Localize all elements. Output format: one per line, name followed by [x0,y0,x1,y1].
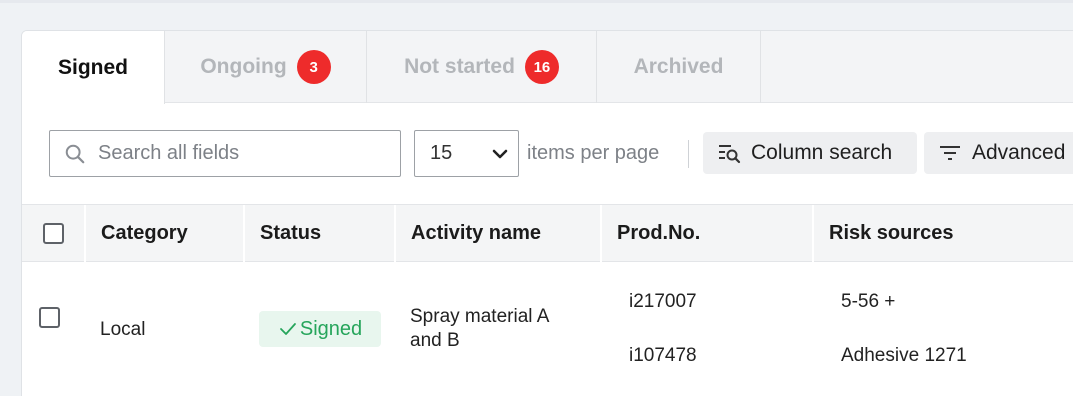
per-page-value: 15 [430,142,453,164]
search-icon [65,144,85,163]
search-box [49,130,401,177]
check-icon [279,323,296,335]
advanced-filter-button[interactable]: Advanced [924,132,1073,174]
column-search-button[interactable]: Column search [703,132,917,174]
status-badge: Signed [259,311,381,347]
tab-ongoing[interactable]: Ongoing 3 [165,31,367,103]
column-header-category[interactable]: Category [86,205,245,262]
risk-source-value: Adhesive 1271 [841,345,967,366]
tab-label: Archived [633,55,724,78]
filter-icon [940,146,960,160]
status-text: Signed [299,317,363,340]
category-cell: Local [100,319,146,340]
column-header-prod-no[interactable]: Prod.No. [602,205,814,262]
chevron-down-icon [492,149,508,158]
search-input[interactable] [98,142,378,165]
assessments-panel: Signed Ongoing 3 Not started 16 Archived… [21,30,1073,396]
advanced-label: Advanced [972,141,1066,164]
header-checkbox-cell [22,205,86,262]
tab-label: Signed [57,55,128,79]
toolbar-divider [688,140,689,168]
risk-source-value: 5-56 + [841,291,896,312]
items-per-page-label: items per page [527,142,660,164]
select-all-checkbox[interactable] [42,223,64,244]
count-badge: 3 [296,50,331,84]
column-header-risk-sources[interactable]: Risk sources [814,205,1073,262]
table-toolbar: 15 items per page Column search A [22,104,1073,204]
row-checkbox-cell [39,307,60,328]
tab-archived[interactable]: Archived [597,31,761,103]
top-divider [0,0,1073,3]
column-header-activity-name[interactable]: Activity name [396,205,602,262]
prod-no-value: i107478 [629,345,697,366]
activity-name-cell: Spray material A and B [410,306,549,351]
table-header: Category Status Activity name Prod.No. R… [22,204,1073,262]
count-badge: 16 [524,50,559,84]
table-row[interactable]: Local Signed Spray material A and B i217… [22,263,1073,396]
column-search-label: Column search [751,141,893,164]
row-checkbox[interactable] [39,307,60,328]
tab-not-started[interactable]: Not started 16 [367,31,597,103]
items-per-page-select[interactable]: 15 [414,130,519,177]
column-header-status[interactable]: Status [245,205,396,262]
tab-signed[interactable]: Signed [22,31,165,104]
column-search-icon [719,145,741,164]
status-tabs: Signed Ongoing 3 Not started 16 Archived [22,31,1073,104]
tab-label: Ongoing [200,55,287,78]
tab-label: Not started [404,55,515,78]
prod-no-value: i217007 [629,291,697,312]
